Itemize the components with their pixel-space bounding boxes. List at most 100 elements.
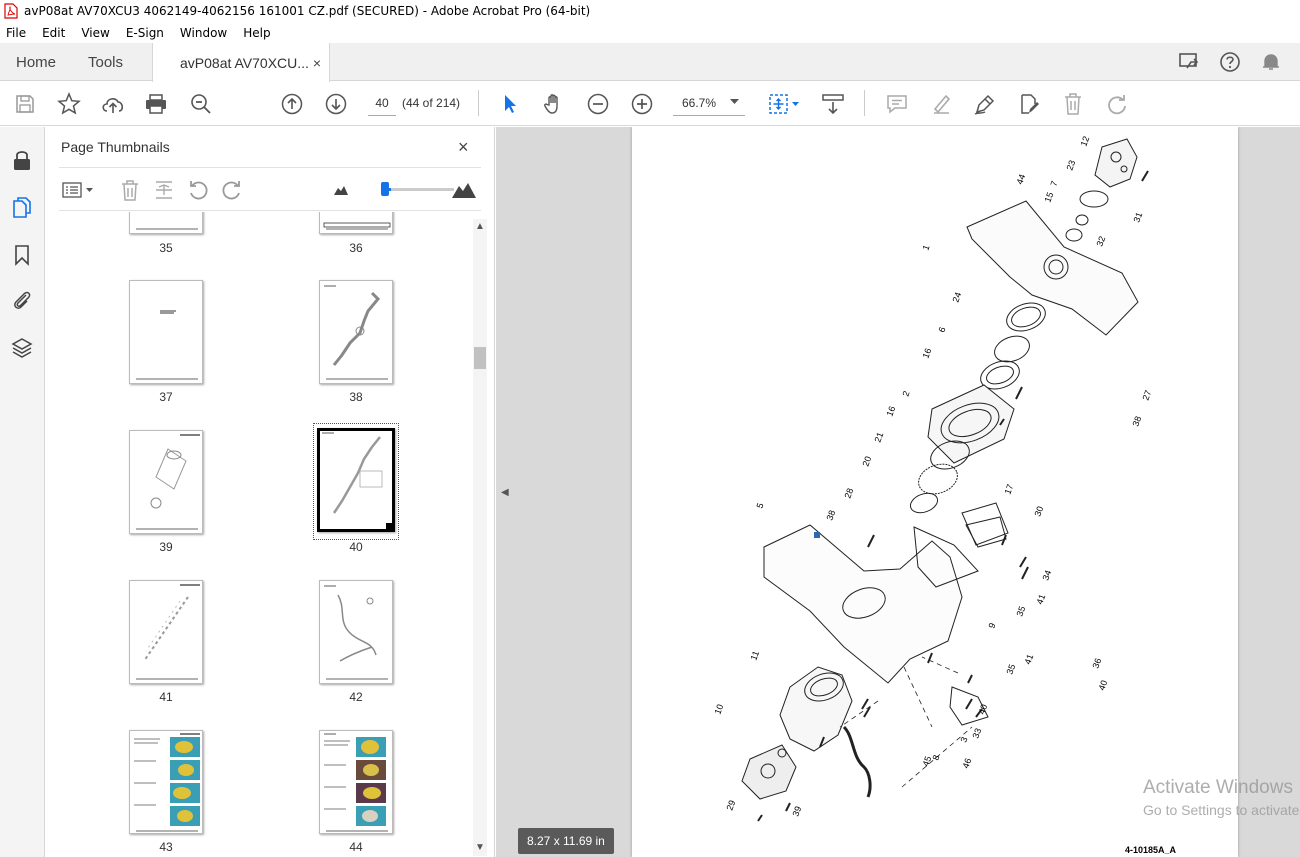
part-number-label: 34	[1040, 569, 1053, 582]
part-number-label: 3	[958, 736, 969, 744]
page-thumbnails-icon[interactable]	[10, 195, 34, 219]
zoom-level-select[interactable]: 66.7%	[673, 90, 745, 116]
select-cursor-icon[interactable]	[497, 91, 523, 117]
page-thumbnail-selected[interactable]	[317, 428, 395, 532]
bookmarks-icon[interactable]	[10, 243, 34, 267]
notifications-bell-icon[interactable]	[1259, 50, 1283, 74]
thumbnail-size-slider-track[interactable]	[384, 188, 454, 191]
thumbnail-label: 42	[349, 690, 363, 704]
part-number-label: 29	[724, 799, 737, 812]
menu-e-sign[interactable]: E-Sign	[124, 26, 166, 40]
scroll-mode-icon[interactable]	[820, 91, 846, 117]
tab-document[interactable]: avP08at AV70XCU... ×	[152, 43, 330, 82]
hand-tool-icon[interactable]	[541, 91, 567, 117]
page-thumbnail[interactable]	[319, 280, 393, 384]
pdf-page: 12 23 7 44 15 32 31 1 24 6 16 27 2 38 16 21 20 17 30 28 38 5 3…	[632, 127, 1238, 857]
part-number-label: 46	[960, 757, 973, 770]
thumbnail-size-slider-handle[interactable]	[381, 182, 389, 196]
tab-home[interactable]: Home	[16, 43, 56, 81]
zoom-out-icon[interactable]	[585, 91, 611, 117]
menu-file[interactable]: File	[4, 26, 28, 40]
part-number-label: 6	[936, 326, 947, 334]
page-thumbnail[interactable]	[129, 280, 203, 384]
menu-window[interactable]: Window	[178, 26, 229, 40]
document-viewer[interactable]: 12 23 7 44 15 32 31 1 24 6 16 27 2 38 16 21 20 17 30 28 38 5 3…	[514, 127, 1300, 857]
thumbnail-label: 40	[349, 540, 363, 554]
save-icon[interactable]	[12, 91, 38, 117]
title-bar: avP08at AV70XCU3 4062149-4062156 161001 …	[0, 0, 1300, 22]
delete-trash-icon[interactable]	[1060, 91, 1086, 117]
part-number-label: 11	[748, 649, 761, 661]
thumbnail-scrollbar-thumb[interactable]	[474, 347, 486, 369]
upload-cloud-icon[interactable]	[100, 91, 126, 117]
draw-sign-icon[interactable]	[972, 91, 998, 117]
window-title: avP08at AV70XCU3 4062149-4062156 161001 …	[24, 4, 591, 18]
tabbar-actions	[1177, 43, 1300, 81]
part-number-label: 28	[842, 487, 855, 500]
acrobat-pdf-icon	[4, 3, 18, 19]
thumbnail-label: 36	[349, 241, 363, 255]
zoom-out-search-icon[interactable]	[188, 91, 214, 117]
part-number-label: 7	[1048, 180, 1059, 188]
scroll-up-arrow-icon[interactable]: ▲	[474, 221, 486, 232]
menu-view[interactable]: View	[79, 26, 111, 40]
drawing-code-label: 4-10185A_A	[1125, 845, 1177, 855]
exploded-parts-drawing: 1223744153231124616272381621201730283853…	[712, 135, 1153, 822]
thumbnail-list: 35 36 37 38 39 40 41 42 43 44	[59, 212, 469, 857]
page-thumbnail[interactable]	[129, 580, 203, 684]
next-page-icon[interactable]	[323, 91, 349, 117]
share-screen-icon[interactable]	[1177, 50, 1201, 74]
page-thumbnail[interactable]	[129, 730, 203, 834]
lock-icon[interactable]	[10, 148, 34, 172]
small-thumbnails-icon[interactable]	[333, 179, 349, 201]
redo-icon[interactable]	[1104, 91, 1130, 117]
rotate-clockwise-icon[interactable]	[221, 179, 243, 201]
part-number-label: 12	[1078, 135, 1091, 148]
menu-help[interactable]: Help	[241, 26, 272, 40]
toolbar-divider	[864, 90, 865, 116]
collapse-left-arrow-icon[interactable]: ◀	[501, 487, 509, 498]
edit-text-icon[interactable]	[1016, 91, 1042, 117]
page-thumbnails-panel: Page Thumbnails × 35 36 37 38 39 40 41 4…	[45, 127, 495, 857]
attachments-paperclip-icon[interactable]	[10, 288, 34, 312]
panel-close-icon[interactable]: ×	[458, 137, 469, 158]
thumbnail-scrollbar[interactable]	[473, 219, 487, 856]
bookmark-star-icon[interactable]	[56, 91, 82, 117]
comment-icon[interactable]	[884, 91, 910, 117]
part-number-label: 35	[1014, 605, 1027, 618]
delete-pages-icon[interactable]	[119, 179, 141, 201]
page-number-input[interactable]	[368, 90, 396, 116]
print-icon[interactable]	[143, 91, 169, 117]
rotate-counterclockwise-icon[interactable]	[187, 179, 209, 201]
part-number-label: 39	[790, 805, 803, 818]
page-thumbnail[interactable]	[319, 580, 393, 684]
previous-page-icon[interactable]	[279, 91, 305, 117]
thumbnail-options-icon[interactable]	[61, 179, 97, 201]
part-number-label: 16	[884, 405, 897, 418]
zoom-in-icon[interactable]	[629, 91, 655, 117]
page-thumbnail[interactable]	[319, 212, 393, 234]
large-thumbnails-icon[interactable]	[451, 179, 477, 201]
part-number-label: 27	[1140, 389, 1153, 402]
tab-tools[interactable]: Tools	[88, 43, 123, 81]
part-number-label: 20	[860, 455, 873, 468]
page-thumbnail[interactable]	[129, 212, 203, 234]
layers-icon[interactable]	[10, 336, 34, 360]
menu-edit[interactable]: Edit	[40, 26, 67, 40]
tab-close-icon[interactable]: ×	[313, 55, 321, 71]
part-number-label: 40	[1096, 679, 1109, 692]
part-number-label: 38	[824, 509, 837, 522]
part-number-label: 5	[754, 502, 765, 510]
toolbar-divider	[478, 90, 479, 116]
part-number-label: 33	[970, 727, 983, 740]
highlight-pen-icon[interactable]	[928, 91, 954, 117]
thumbnail-toolbar	[59, 167, 481, 211]
extract-pages-icon[interactable]	[153, 179, 175, 201]
part-number-label: 31	[1131, 211, 1144, 224]
fit-page-icon[interactable]	[766, 91, 802, 117]
scroll-down-arrow-icon[interactable]: ▼	[474, 842, 486, 853]
page-thumbnail[interactable]	[129, 430, 203, 534]
help-icon[interactable]	[1218, 50, 1242, 74]
part-number-label: 21	[872, 431, 885, 444]
page-thumbnail[interactable]	[319, 730, 393, 834]
